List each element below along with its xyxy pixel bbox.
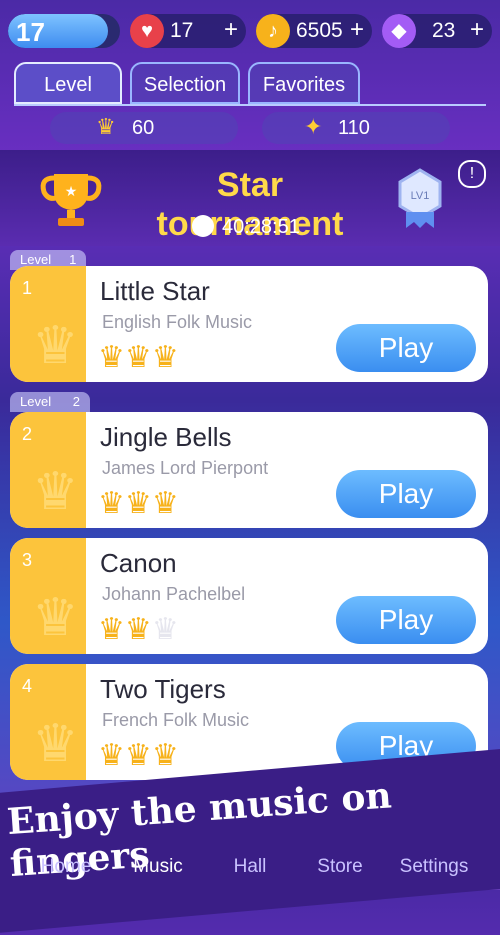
tab-divider [14, 104, 486, 106]
song-title: Two Tigers [100, 674, 226, 704]
crown-icon: ♛ [96, 114, 116, 139]
nav-store[interactable]: Store [290, 856, 390, 878]
crown-rating: ♛♛♛ [98, 486, 179, 521]
crown-icon: ♛ [151, 341, 179, 374]
heart-icon: ♥ [130, 14, 164, 48]
add-diamonds-button[interactable]: + [470, 16, 484, 44]
top-bar: 17 ♥ 17 + ♪ 6505 + ◆ 23 + [0, 0, 500, 62]
add-hearts-button[interactable]: + [224, 16, 238, 44]
song-card[interactable]: 3 ♛ Canon Johann Pachelbel ♛♛♛ Play [10, 538, 488, 654]
song-number: 1 [22, 278, 33, 298]
player-level: 17 [16, 17, 45, 47]
crown-rating: ♛♛♛ [98, 340, 179, 375]
crown-watermark-icon: ♛ [32, 317, 79, 375]
level-label: Level 2 [10, 392, 90, 412]
crown-rating: ♛♛♛ [98, 738, 179, 773]
nav-home[interactable]: Home [16, 856, 116, 878]
crown-watermark-icon: ♛ [32, 589, 79, 647]
crown-icon: ♛ [151, 487, 179, 520]
song-rank-panel: 3 ♛ [10, 538, 86, 654]
notes-stat: ♪ 6505 + [256, 14, 372, 48]
nav-music[interactable]: Music [108, 856, 208, 878]
star-icon: ✦ [304, 114, 323, 139]
hearts-value: 17 [170, 19, 194, 42]
crown-count: ♛ 60 [50, 112, 238, 144]
song-card[interactable]: 1 ♛ Little Star English Folk Music ♛♛♛ P… [10, 266, 488, 382]
crown-watermark-icon: ♛ [32, 463, 79, 521]
star-count-value: 110 [338, 117, 370, 139]
crown-icon: ♛ [124, 341, 152, 374]
song-title: Jingle Bells [100, 422, 232, 452]
notes-value: 6505 [296, 19, 343, 42]
crown-icon: ♛ [151, 613, 179, 646]
tab-level[interactable]: Level [14, 62, 122, 104]
note-icon: ♪ [256, 14, 290, 48]
crown-icon: ♛ [124, 487, 152, 520]
play-button[interactable]: Play [336, 470, 476, 518]
song-card[interactable]: 2 ♛ Jingle Bells James Lord Pierpont ♛♛♛… [10, 412, 488, 528]
crown-icon: ♛ [124, 613, 152, 646]
crown-icon: ♛ [98, 613, 125, 646]
badge-label: LV1 [411, 190, 430, 202]
diamond-icon: ◆ [382, 14, 416, 48]
song-title: Little Star [100, 276, 210, 306]
nav-hall[interactable]: Hall [200, 856, 300, 878]
song-number: 2 [22, 424, 33, 444]
crown-icon: ♛ [98, 739, 125, 772]
song-number: 4 [22, 676, 33, 696]
tournament-timer: 40:28:51 [222, 216, 300, 238]
add-notes-button[interactable]: + [350, 16, 364, 44]
crown-icon: ♛ [98, 341, 125, 374]
song-number: 3 [22, 550, 33, 570]
song-title: Canon [100, 548, 177, 578]
svg-text:★: ★ [65, 183, 78, 199]
tab-favorites[interactable]: Favorites [248, 62, 360, 104]
crown-icon: ♛ [151, 739, 179, 772]
hearts-stat: ♥ 17 + [130, 14, 246, 48]
nav-settings[interactable]: Settings [384, 856, 484, 878]
crown-count-value: 60 [132, 117, 155, 139]
song-artist: Johann Pachelbel [102, 584, 246, 604]
tab-selection[interactable]: Selection [130, 62, 240, 104]
play-button[interactable]: Play [336, 596, 476, 644]
diamonds-stat: ◆ 23 + [382, 14, 492, 48]
trophy-icon: ★ [36, 164, 106, 239]
song-rank-panel: 2 ♛ [10, 412, 86, 528]
song-rank-panel: 1 ♛ [10, 266, 86, 382]
crown-rating: ♛♛♛ [98, 612, 179, 647]
song-artist: English Folk Music [102, 312, 253, 332]
info-icon[interactable]: ! [458, 160, 486, 188]
lv1-badge[interactable]: LV1 [396, 168, 444, 230]
crown-icon: ♛ [98, 487, 125, 520]
play-button[interactable]: Play [336, 324, 476, 372]
song-rank-panel: 4 ♛ [10, 664, 86, 780]
player-level-bar: 17 [8, 14, 120, 48]
crown-watermark-icon: ♛ [32, 715, 79, 773]
clock-icon [192, 215, 214, 237]
star-count: ✦ 110 [262, 112, 450, 144]
diamonds-value: 23 [432, 19, 456, 42]
song-artist: James Lord Pierpont [102, 458, 269, 478]
song-artist: French Folk Music [102, 710, 250, 730]
crown-icon: ♛ [124, 739, 152, 772]
